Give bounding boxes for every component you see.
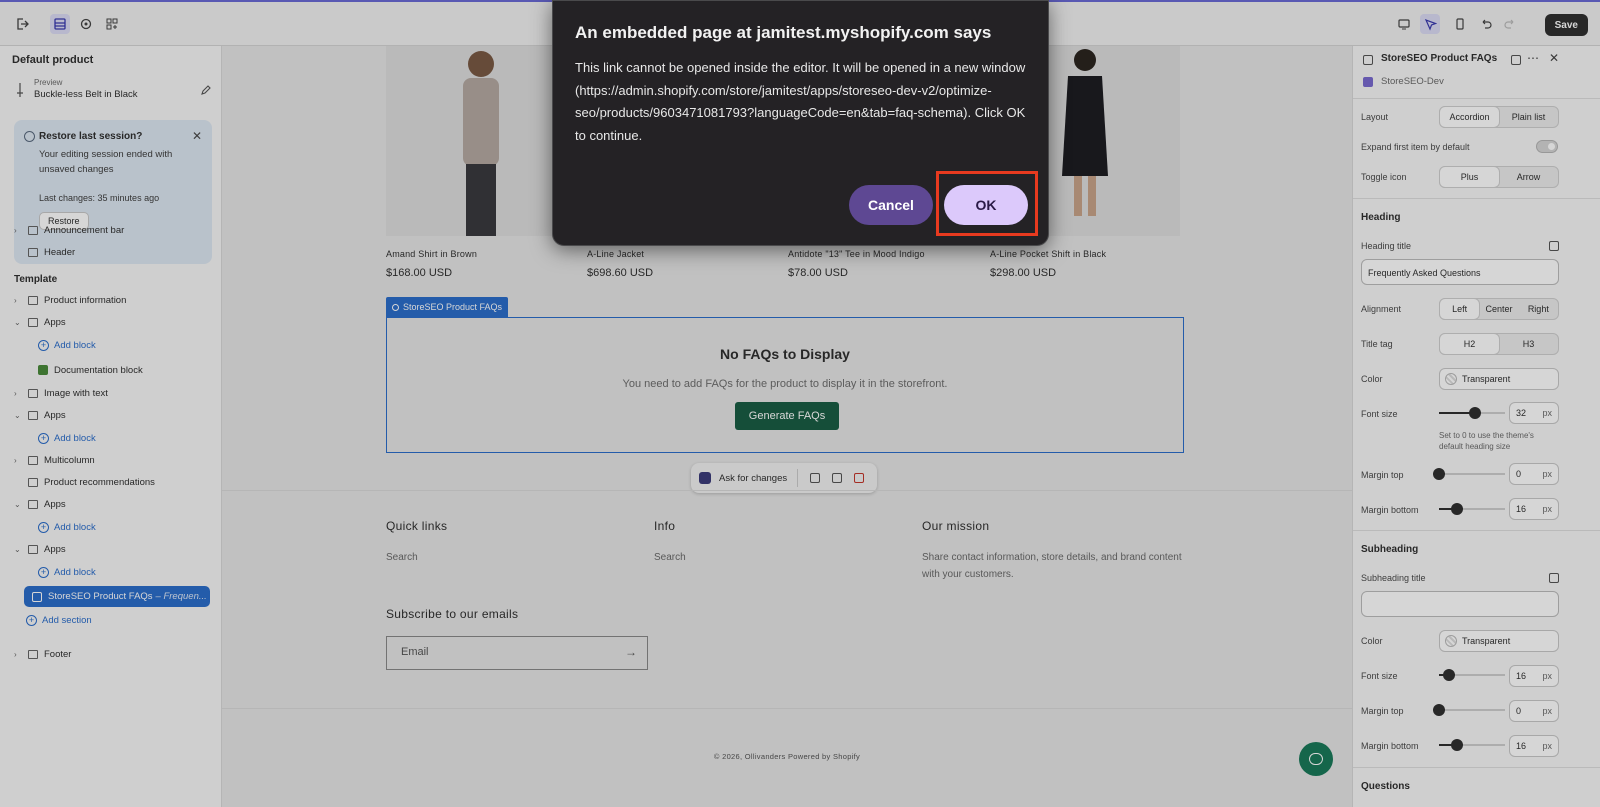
cancel-button[interactable]: Cancel: [849, 185, 933, 225]
dialog-title: An embedded page at jamitest.myshopify.c…: [575, 23, 992, 42]
ok-button-highlight-box: [936, 171, 1038, 236]
dialog-message: This link cannot be opened inside the ed…: [575, 60, 1026, 143]
